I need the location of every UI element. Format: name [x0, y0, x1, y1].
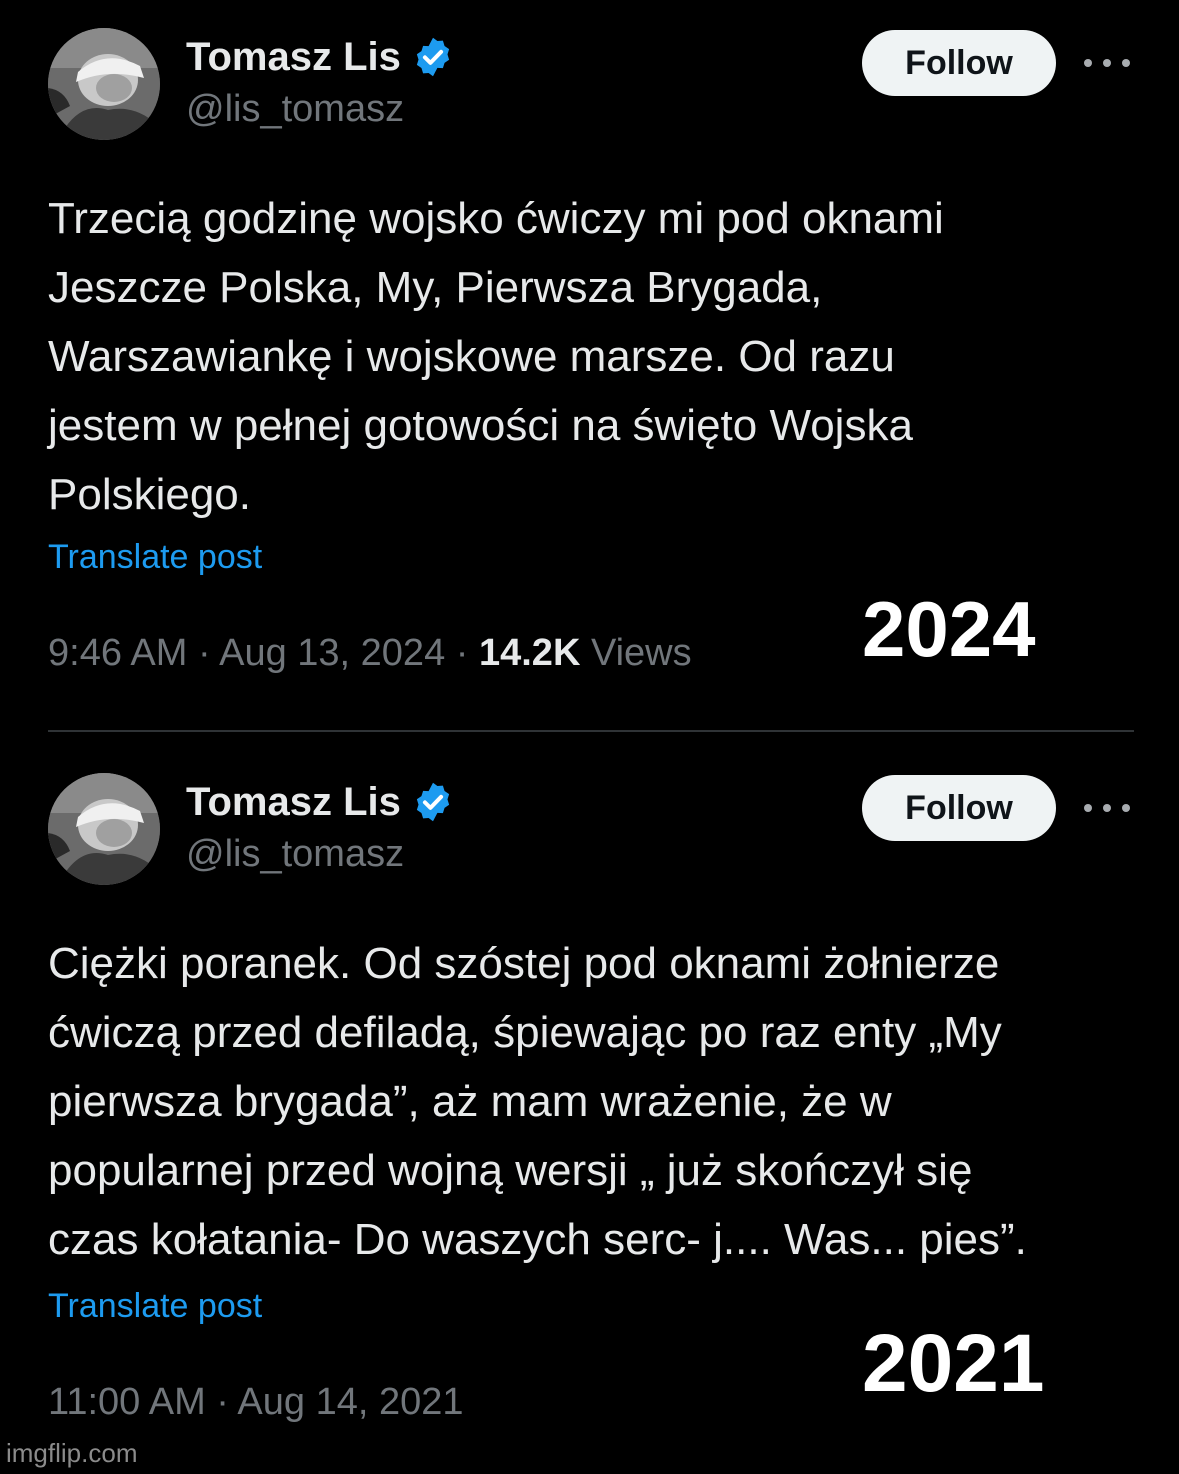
tweet-text-line: popularnej przed wojną wersji „ już skoń…	[48, 1146, 973, 1195]
tweet-time[interactable]: 9:46 AM	[48, 632, 187, 674]
dot	[1084, 59, 1092, 67]
year-overlay-label: 2021	[862, 1318, 1045, 1409]
tweet-date[interactable]: Aug 13, 2024	[219, 632, 445, 674]
author-handle[interactable]: @lis_tomasz	[186, 88, 404, 131]
dot	[1122, 804, 1130, 812]
tweet-text-line: Warszawiankę i wojskowe marsze. Od razu	[48, 332, 895, 381]
tweet-text-line: ćwiczą przed defiladą, śpiewając po raz …	[48, 1008, 1002, 1057]
author-name[interactable]: Tomasz Lis	[186, 35, 401, 80]
meta-separator: ·	[205, 1381, 238, 1423]
avatar-photo	[48, 28, 160, 140]
meta-separator: ·	[445, 632, 479, 674]
divider	[48, 730, 1134, 732]
tweet-text: Ciężki poranek. Od szóstej pod oknami żo…	[48, 929, 1138, 1274]
verified-badge-icon	[411, 35, 455, 79]
views-count[interactable]: 14.2K	[479, 632, 580, 674]
tweet-meta: 11:00 AM · Aug 14, 2021	[48, 1381, 464, 1424]
avatar[interactable]	[48, 773, 160, 885]
views-label: Views	[580, 632, 692, 674]
verified-badge-icon	[411, 780, 455, 824]
dot	[1103, 59, 1111, 67]
tweet-text-line: Trzecią godzinę wojsko ćwiczy mi pod okn…	[48, 194, 944, 243]
more-options-icon[interactable]	[1084, 791, 1130, 825]
tweet-text-line: pierwsza brygada”, aż mam wrażenie, że w	[48, 1077, 892, 1126]
author-name[interactable]: Tomasz Lis	[186, 780, 401, 825]
year-overlay-label: 2024	[862, 585, 1036, 673]
author-name-row: Tomasz Lis	[186, 777, 455, 827]
tweet-2024: Tomasz Lis @lis_tomasz Follow Trzecią go…	[0, 0, 1179, 732]
tweet-date[interactable]: Aug 14, 2021	[237, 1381, 463, 1423]
tweet-text: Trzecią godzinę wojsko ćwiczy mi pod okn…	[48, 184, 1138, 529]
follow-button[interactable]: Follow	[862, 775, 1056, 841]
more-options-icon[interactable]	[1084, 46, 1130, 80]
avatar-photo	[48, 773, 160, 885]
tweet-text-line: jestem w pełnej gotowości na święto Wojs…	[48, 401, 913, 450]
translate-post-link[interactable]: Translate post	[48, 1287, 262, 1326]
translate-post-link[interactable]: Translate post	[48, 538, 262, 577]
tweet-text-line: Ciężki poranek. Od szóstej pod oknami żo…	[48, 939, 1000, 988]
dot	[1084, 804, 1092, 812]
follow-button[interactable]: Follow	[862, 30, 1056, 96]
avatar[interactable]	[48, 28, 160, 140]
meta-separator: ·	[187, 632, 220, 674]
tweet-text-line: czas kołatania- Do waszych serc- j.... W…	[48, 1215, 1027, 1264]
tweet-meta: 9:46 AM · Aug 13, 2024 · 14.2K Views	[48, 632, 692, 675]
imgflip-watermark: imgflip.com	[6, 1438, 138, 1468]
dot	[1103, 804, 1111, 812]
author-name-row: Tomasz Lis	[186, 32, 455, 82]
tweet-time[interactable]: 11:00 AM	[48, 1381, 206, 1423]
tweet-2021: Tomasz Lis @lis_tomasz Follow Ciężki por…	[0, 745, 1179, 1474]
tweet-text-line: Jeszcze Polska, My, Pierwsza Brygada,	[48, 263, 823, 312]
author-handle[interactable]: @lis_tomasz	[186, 833, 404, 876]
dot	[1122, 59, 1130, 67]
tweet-text-line: Polskiego.	[48, 470, 252, 519]
